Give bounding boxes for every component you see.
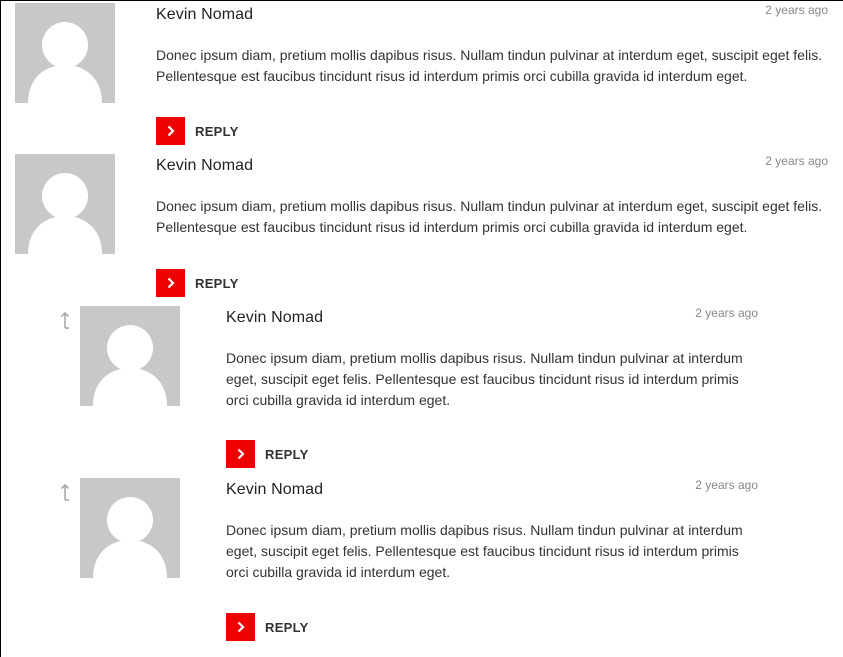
reply-label[interactable]: REPLY	[265, 620, 309, 635]
default-user-silhouette-icon	[93, 325, 167, 406]
comment-text: Donec ipsum diam, pretium mollis dapibus…	[156, 47, 823, 84]
comment-text: Donec ipsum diam, pretium mollis dapibus…	[156, 198, 823, 235]
comment-date[interactable]: 2 years ago	[765, 3, 828, 17]
up-arrow-child-icon	[60, 311, 70, 329]
reply-label[interactable]: REPLY	[195, 124, 239, 139]
reply-label[interactable]: REPLY	[265, 447, 309, 462]
comment-text: Donec ipsum diam, pretium mollis dapibus…	[226, 522, 743, 580]
chevron-right-icon	[167, 125, 175, 137]
avatar	[15, 154, 115, 254]
chevron-right-icon	[167, 277, 175, 289]
reply-label[interactable]: REPLY	[195, 276, 239, 291]
default-user-silhouette-icon	[28, 173, 102, 254]
comment-author[interactable]: Kevin Nomad	[156, 6, 253, 24]
reply-icon-box[interactable]	[156, 117, 185, 145]
reply-button[interactable]: REPLY	[226, 440, 309, 468]
comment: Kevin Nomad 2 years ago Donec ipsum diam…	[15, 154, 830, 299]
reply-icon-box[interactable]	[226, 613, 255, 641]
reply-icon-box[interactable]	[226, 440, 255, 468]
comment-author[interactable]: Kevin Nomad	[156, 157, 253, 175]
default-user-silhouette-icon	[93, 497, 167, 578]
comment-author[interactable]: Kevin Nomad	[226, 481, 323, 499]
reply-button[interactable]: REPLY	[156, 269, 239, 297]
comment-reply: Kevin Nomad 2 years ago Donec ipsum diam…	[80, 478, 760, 648]
reply-button[interactable]: REPLY	[226, 613, 309, 641]
avatar	[80, 478, 180, 578]
up-arrow-child-icon	[60, 483, 70, 501]
comment-text: Donec ipsum diam, pretium mollis dapibus…	[226, 350, 743, 408]
chevron-right-icon	[237, 448, 245, 460]
avatar	[80, 306, 180, 406]
comment-date[interactable]: 2 years ago	[695, 478, 758, 492]
reply-icon-box[interactable]	[156, 269, 185, 297]
chevron-right-icon	[237, 621, 245, 633]
avatar	[15, 3, 115, 103]
comment-date[interactable]: 2 years ago	[765, 154, 828, 168]
reply-button[interactable]: REPLY	[156, 117, 239, 145]
comment: Kevin Nomad 2 years ago Donec ipsum diam…	[15, 3, 830, 148]
comment-date[interactable]: 2 years ago	[695, 306, 758, 320]
default-user-silhouette-icon	[28, 22, 102, 103]
comment-reply: Kevin Nomad 2 years ago Donec ipsum diam…	[80, 306, 760, 471]
comment-author[interactable]: Kevin Nomad	[226, 309, 323, 327]
